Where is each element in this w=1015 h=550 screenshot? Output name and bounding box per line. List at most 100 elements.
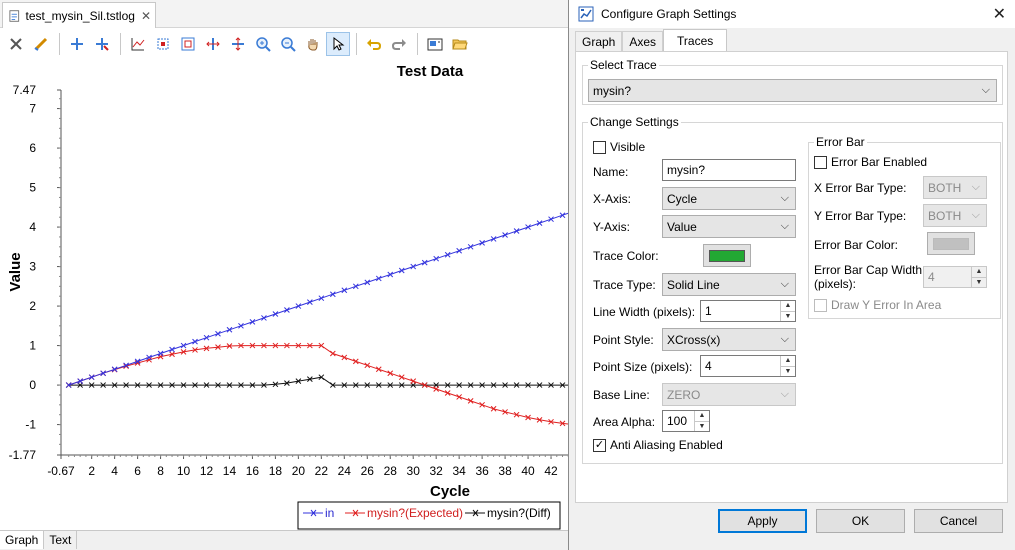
draw-y-error-label: Draw Y Error In Area [831,298,942,312]
series-line-0 [68,210,575,386]
chart-area[interactable]: Test Data 7.47 7 6 5 4 3 2 1 0 -1 -1.77 -0.67 2 4 6 8 10 1… [0,58,578,530]
spin-down-icon[interactable]: ▼ [972,276,986,288]
editor-tab-bar: test_mysin_Sil.tstlog ✕ [0,0,568,28]
data-point-marker [467,398,474,404]
close-dialog-icon[interactable]: ✕ [993,4,1006,24]
close-tab-icon[interactable]: ✕ [141,9,151,23]
error-bar-color-label: Error Bar Color: [814,238,899,252]
visible-checkbox[interactable]: Visible [593,140,645,154]
trace-color-button[interactable] [703,244,751,267]
data-point-marker [525,224,531,230]
error-bar-enabled-box[interactable] [814,155,827,169]
anti-aliasing-checkbox-box[interactable]: ✓ [593,438,606,452]
x-tick-label: 36 [475,464,489,478]
anti-aliasing-checkbox[interactable]: ✓ Anti Aliasing Enabled [593,438,723,452]
x-error-type-value: BOTH [928,180,962,195]
x-tick-label: 30 [407,464,421,478]
chevron-down-icon: ⌵ [780,192,789,204]
traces-panel: Select Trace mysin? ⌵ Change Settings Vi… [575,51,1008,503]
data-point-marker [444,390,451,396]
trace-type-dropdown[interactable]: Solid Line ⌵ [662,273,796,296]
y-error-type-dropdown[interactable]: BOTH ⌵ [923,204,987,227]
zoom-fit-icon[interactable] [176,32,200,56]
anti-aliasing-label: Anti Aliasing Enabled [610,438,723,452]
cancel-button[interactable]: Cancel [914,509,1003,533]
document-tab-title: test_mysin_Sil.tstlog [25,8,135,23]
document-tab[interactable]: test_mysin_Sil.tstlog ✕ [2,2,156,28]
line-width-spinner[interactable]: 1 ▲ ▼ [700,300,796,322]
zoom-out-icon[interactable] [276,32,300,56]
tab-graph[interactable]: Graph [0,531,45,549]
x-tick-label: 22 [315,464,329,478]
undo-icon[interactable] [362,32,386,56]
tab-text[interactable]: Text [44,531,78,549]
data-point-marker [375,275,382,282]
draw-y-error-box[interactable] [814,298,827,312]
spin-up-icon[interactable]: ▲ [781,356,795,366]
select-trace-title: Select Trace [588,58,659,72]
x-error-type-label: X Error Bar Type: [814,181,907,195]
screenshot-icon[interactable] [423,32,447,56]
data-point-marker [352,283,359,290]
visible-checkbox-box[interactable] [593,140,606,154]
tab-axes[interactable]: Axes [622,31,664,52]
line-chart[interactable]: Test Data7.4776543210-1-1.77-0.67 2 4 6 8 10 1… [0,58,578,530]
remove-point-icon[interactable] [90,32,114,56]
x-tick-label: 16 [246,464,260,478]
x-tick-label: 14 [223,464,237,478]
error-bar-color-button[interactable] [927,232,975,255]
data-point-marker [180,342,187,349]
y-tick-label: 7 [29,102,36,116]
ok-button[interactable]: OK [816,509,905,533]
data-point-marker [364,279,371,286]
x-tick-label: 10 [177,464,191,478]
zoom-x-icon[interactable] [201,32,225,56]
chevron-down-icon: ⌵ [780,278,789,290]
data-point-marker [548,216,554,223]
x-error-type-dropdown[interactable]: BOTH ⌵ [923,176,987,199]
draw-y-error-checkbox[interactable]: Draw Y Error In Area [814,298,941,312]
name-input[interactable]: mysin? [662,159,796,181]
y-axis-label: Y-Axis: [593,220,630,234]
point-style-dropdown[interactable]: XCross(x) ⌵ [662,328,796,351]
data-point-marker [307,299,313,305]
point-size-spinner[interactable]: 4 ▲ ▼ [700,355,796,377]
data-point-marker [387,370,394,377]
data-point-marker [192,338,198,345]
pan-icon[interactable] [301,32,325,56]
spin-up-icon[interactable]: ▲ [695,411,709,421]
add-point-icon[interactable] [65,32,89,56]
x-axis-dropdown[interactable]: Cycle ⌵ [662,187,796,210]
open-folder-icon[interactable] [448,32,472,56]
base-line-dropdown[interactable]: ZERO ⌵ [662,383,796,406]
spin-up-icon[interactable]: ▲ [972,267,986,277]
log-file-icon [9,9,20,22]
chevron-down-icon: ⌵ [780,388,789,400]
y-axis-dropdown[interactable]: Value ⌵ [662,215,796,238]
area-alpha-spinner[interactable]: 100 ▲ ▼ [662,410,710,432]
zoom-in-icon[interactable] [251,32,275,56]
error-bar-title: Error Bar [814,135,867,149]
select-trace-value: mysin? [593,83,632,98]
select-trace-dropdown[interactable]: mysin? ⌵ [588,79,997,102]
zoom-y-icon[interactable] [226,32,250,56]
spin-down-icon[interactable]: ▼ [695,420,709,432]
cap-width-spinner[interactable]: 4 ▲ ▼ [923,266,987,288]
apply-button[interactable]: Apply [718,509,807,533]
spin-up-icon[interactable]: ▲ [781,301,795,311]
cap-width-label-line2: (pixels): [814,277,857,291]
tab-traces[interactable]: Traces [663,29,728,52]
tab-graph-settings[interactable]: Graph [575,31,623,52]
spin-down-icon[interactable]: ▼ [781,365,795,377]
tools-icon[interactable] [4,32,28,56]
pen-icon[interactable] [29,32,53,56]
redo-icon[interactable] [387,32,411,56]
legend-label: in [325,506,334,520]
pointer-icon[interactable] [326,32,350,56]
auto-scale-icon[interactable] [126,32,150,56]
data-point-marker [467,243,474,250]
error-bar-enabled-checkbox[interactable]: Error Bar Enabled [814,155,927,169]
zoom-box-icon[interactable] [151,32,175,56]
spin-down-icon[interactable]: ▼ [781,310,795,322]
line-width-label: Line Width (pixels): [593,305,696,319]
